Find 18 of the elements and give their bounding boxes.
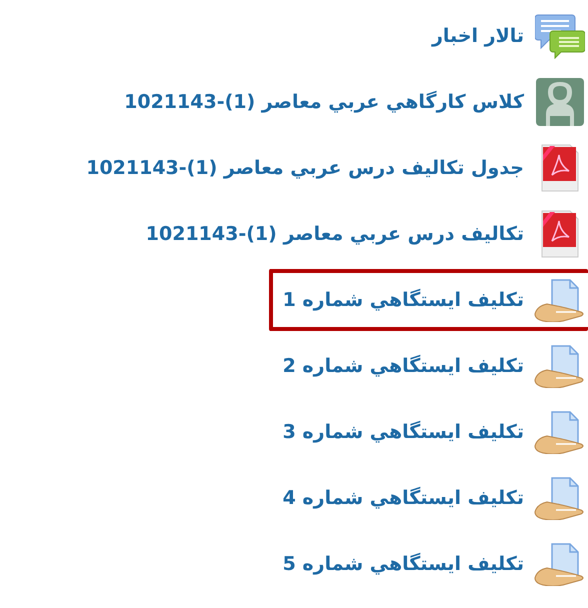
activity-link[interactable]: كلاس كارگاهي عربي معاصر (1)-1021143 xyxy=(124,91,524,113)
hand-document-icon xyxy=(534,410,586,454)
hand-document-icon xyxy=(534,278,586,322)
speech-bubbles-icon xyxy=(535,13,585,59)
activity-link[interactable]: تكاليف درس عربي معاصر (1)-1021143 xyxy=(146,223,524,245)
person-icon xyxy=(536,78,584,126)
hand-document-icon xyxy=(534,344,586,388)
pdf-file-icon xyxy=(540,209,580,259)
activity-link[interactable]: تكليف ايستگاهي شماره 4 xyxy=(282,487,524,509)
activity-link[interactable]: تكليف ايستگاهي شماره 5 xyxy=(282,553,524,575)
activity-link[interactable]: تكليف ايستگاهي شماره 3 xyxy=(282,421,524,443)
activity-link[interactable]: تكليف ايستگاهي شماره 2 xyxy=(282,355,524,377)
hand-document-icon xyxy=(534,542,586,586)
activity-link[interactable]: تكليف ايستگاهي شماره 1 xyxy=(282,289,524,311)
activity-link[interactable]: تالار اخبار xyxy=(432,25,524,47)
pdf-file-icon xyxy=(540,143,580,193)
hand-document-icon xyxy=(534,476,586,520)
activity-link[interactable]: جدول تكاليف درس عربي معاصر (1)-1021143 xyxy=(86,157,524,179)
